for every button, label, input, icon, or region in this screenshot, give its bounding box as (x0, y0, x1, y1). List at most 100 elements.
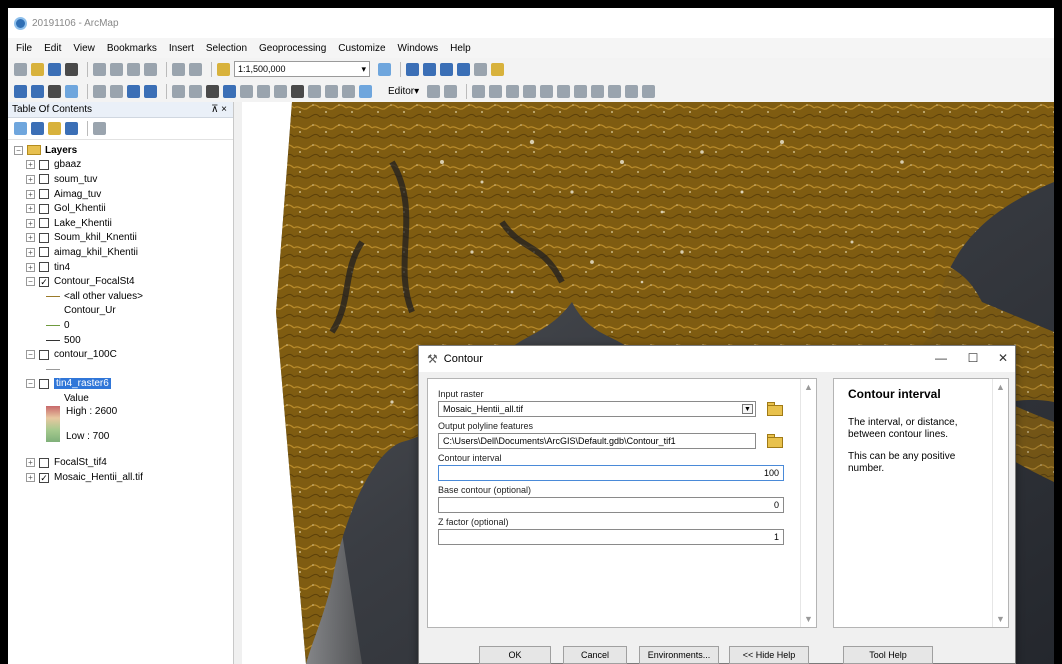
save-icon[interactable] (48, 62, 61, 76)
layer-checkbox[interactable] (39, 262, 49, 273)
new-document-icon[interactable] (14, 62, 27, 76)
add-data-icon[interactable] (217, 62, 230, 76)
layer-item-contour-100c[interactable]: − contour_100C (8, 347, 233, 362)
expand-icon[interactable]: + (26, 218, 35, 228)
layer-checkbox[interactable] (39, 232, 49, 243)
input-raster-select[interactable]: Mosaic_Hentii_all.tif ▼ (438, 401, 756, 417)
browse-input-folder-icon[interactable] (766, 401, 784, 417)
menu-geoprocessing[interactable]: Geoprocessing (259, 43, 326, 54)
go-to-xy-icon[interactable] (325, 84, 338, 98)
layer-checkbox[interactable] (39, 378, 49, 389)
layer-item[interactable]: + Gol_Khentii (8, 201, 233, 216)
scroll-down-icon[interactable]: ▼ (996, 614, 1005, 624)
list-by-selection-icon[interactable] (65, 122, 78, 135)
help-scrollbar[interactable]: ▲ ▼ (992, 379, 1008, 627)
maximize-icon[interactable]: ☐ (963, 351, 983, 365)
undo-icon[interactable] (172, 62, 185, 76)
collapse-icon[interactable]: − (26, 350, 35, 360)
editor-menu[interactable]: Editor▾ (388, 86, 419, 97)
chevron-down-icon[interactable]: ▼ (742, 404, 753, 414)
menu-selection[interactable]: Selection (206, 43, 247, 54)
expand-icon[interactable]: + (26, 160, 35, 170)
html-popup-icon[interactable] (257, 84, 270, 98)
expand-icon[interactable]: + (26, 204, 35, 214)
find-route-icon[interactable] (308, 84, 321, 98)
menu-file[interactable]: File (16, 43, 32, 54)
redo-icon[interactable] (189, 62, 202, 76)
layer-item-contour-focalst4[interactable]: − ✓ Contour_FocalSt4 (8, 274, 233, 289)
minimize-icon[interactable]: — (931, 351, 951, 365)
trace-icon[interactable] (489, 84, 503, 98)
python-window-icon[interactable] (474, 62, 487, 76)
list-by-drawing-order-icon[interactable] (14, 122, 27, 135)
select-features-icon[interactable] (172, 84, 185, 98)
measure-icon[interactable] (274, 84, 287, 98)
browse-output-folder-icon[interactable] (766, 433, 784, 449)
tool-help-button[interactable]: Tool Help (843, 646, 933, 664)
model-builder-icon[interactable] (491, 62, 504, 76)
menu-insert[interactable]: Insert (169, 43, 194, 54)
layer-item-tin4-raster6[interactable]: − tin4_raster6 (8, 377, 233, 392)
layer-checkbox[interactable] (39, 218, 49, 229)
delete-icon[interactable] (144, 62, 157, 76)
pan-icon[interactable] (48, 84, 61, 98)
layer-item[interactable]: + Soum_khil_Knentii (8, 231, 233, 246)
expand-icon[interactable]: + (26, 473, 35, 483)
catalog-icon[interactable] (423, 62, 436, 76)
list-by-source-icon[interactable] (31, 122, 44, 135)
forward-extent-icon[interactable] (144, 84, 157, 98)
copy-icon[interactable] (110, 62, 123, 76)
list-by-visibility-icon[interactable] (48, 122, 61, 135)
map-scale-select[interactable]: 1:1,500,000 ▾ (234, 61, 370, 77)
split-icon[interactable] (574, 84, 588, 98)
parameters-scrollbar[interactable]: ▲ ▼ (800, 379, 816, 627)
layer-item[interactable]: + soum_tuv (8, 172, 233, 187)
toc-options-icon[interactable] (93, 122, 106, 135)
close-icon[interactable]: ✕ (993, 351, 1013, 365)
collapse-icon[interactable]: − (14, 145, 23, 155)
layer-checkbox[interactable] (39, 174, 49, 185)
layer-item[interactable]: + Aimag_tuv (8, 187, 233, 202)
expand-icon[interactable]: + (26, 174, 35, 184)
hide-help-button[interactable]: << Hide Help (729, 646, 809, 664)
contour-interval-field[interactable]: 100 (438, 465, 784, 481)
toc-pin-close-icon[interactable]: ⊼ × (211, 104, 227, 115)
fixed-zoom-out-icon[interactable] (110, 84, 123, 98)
cut-polygons-icon[interactable] (557, 84, 571, 98)
expand-icon[interactable]: + (26, 262, 35, 272)
point-icon[interactable] (506, 84, 520, 98)
create-features-icon[interactable] (642, 84, 656, 98)
expand-icon[interactable]: + (26, 189, 35, 199)
select-elements-icon[interactable] (206, 84, 219, 98)
open-folder-icon[interactable] (31, 62, 44, 76)
cancel-button[interactable]: Cancel (563, 646, 627, 664)
layer-item[interactable]: + tin4 (8, 260, 233, 275)
layer-checkbox[interactable] (39, 247, 49, 258)
layer-checkbox[interactable] (39, 189, 49, 200)
find-icon[interactable] (291, 84, 304, 98)
edit-annotation-icon[interactable] (444, 84, 458, 98)
edit-tool-icon[interactable] (427, 84, 441, 98)
fixed-zoom-in-icon[interactable] (93, 84, 106, 98)
back-extent-icon[interactable] (127, 84, 140, 98)
expand-icon[interactable]: + (26, 458, 35, 468)
environments-button[interactable]: Environments... (639, 646, 719, 664)
layer-checkbox[interactable] (39, 159, 49, 170)
zoom-in-icon[interactable] (14, 84, 27, 98)
ok-button[interactable]: OK (479, 646, 551, 664)
menu-customize[interactable]: Customize (338, 43, 385, 54)
expand-icon[interactable]: + (26, 233, 35, 243)
menu-windows[interactable]: Windows (398, 43, 439, 54)
hyperlink-icon[interactable] (240, 84, 253, 98)
layer-checkbox-checked[interactable]: ✓ (39, 472, 49, 483)
layer-item[interactable]: + Lake_Khentii (8, 216, 233, 231)
cut-icon[interactable] (93, 62, 106, 76)
layer-item-focalst-tif4[interactable]: + FocalSt_tif4 (8, 456, 233, 471)
time-slider-icon[interactable] (342, 84, 355, 98)
clear-selection-icon[interactable] (189, 84, 202, 98)
rotate-icon[interactable] (591, 84, 605, 98)
z-factor-field[interactable]: 1 (438, 529, 784, 545)
layer-checkbox[interactable] (39, 203, 49, 214)
layer-item-mosaic[interactable]: + ✓ Mosaic_Hentii_all.tif (8, 470, 233, 485)
layer-checkbox[interactable] (39, 349, 49, 360)
